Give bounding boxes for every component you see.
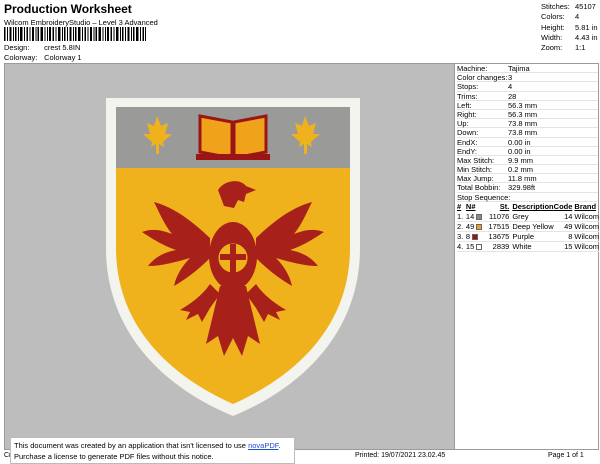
design-label: Design:	[4, 43, 30, 52]
top-stats: Stitches: 45107 Colors: 4 Height: 5.81 in W…	[541, 2, 599, 53]
param-row: EndX: 0.00 in	[457, 138, 598, 147]
stat-row: Height: 5.81 in	[541, 22, 598, 32]
table-row: 2. 49 17515 Deep Yellow 49 Wilcom	[457, 221, 599, 232]
stop-sequence: Stop Sequence: # N# St. Description Code…	[455, 193, 599, 252]
stat-row: Width: 4.43 in	[541, 32, 598, 42]
color-swatch	[476, 243, 483, 250]
stat-row: Stitches: 45107	[541, 2, 596, 11]
param-row: Max Stitch: 9.9 mm	[457, 156, 598, 166]
page-number: Page 1 of 1	[548, 452, 584, 459]
param-row: EndY: 0.00 in	[457, 147, 598, 156]
col-header: Brand	[574, 202, 597, 212]
notice-line-2: Purchase a license to generate PDF files…	[14, 452, 214, 461]
stop-sequence-title: Stop Sequence:	[457, 193, 598, 203]
design-preview	[4, 63, 455, 450]
design-row: Design: crest 5.8IN	[4, 43, 80, 52]
stat-row: Zoom: 1:1	[541, 43, 586, 53]
crest-embroidery-image	[106, 98, 360, 416]
param-row: Up: 73.8 mm	[457, 119, 598, 129]
notice-line-1: This document was created by an applicat…	[14, 441, 281, 450]
info-panel: Machine: Tajima Color changes: 3 Stops: 4 T…	[455, 63, 599, 450]
table-row: 1. 14 11076 Grey 14 Wilcom	[457, 211, 599, 222]
design-value: crest 5.8IN	[44, 43, 81, 52]
colorway-label: Colorway:	[4, 53, 38, 62]
param-row: Down: 73.8 mm	[457, 128, 598, 138]
machine-params: Machine: Tajima Color changes: 3 Stops: 4 T…	[455, 64, 598, 193]
color-swatch	[472, 233, 479, 240]
param-row: Max Jump: 11.8 mm	[457, 174, 598, 184]
table-header-row: # N# St. Description Code Brand	[457, 202, 599, 212]
license-notice: This document was created by an applicat…	[10, 437, 295, 464]
table-row: 3. 8 13675 Purple 8 Wilcom	[457, 231, 599, 242]
col-header: St.	[499, 202, 510, 212]
colorway-value: Colorway 1	[44, 53, 82, 62]
col-header: N#	[465, 202, 476, 212]
stat-row: Colors: 4	[541, 12, 580, 22]
table-row: 4. 15 2839 White 15 Wilcom	[457, 241, 599, 252]
param-row: Total Bobbin: 329.98ft	[457, 183, 598, 193]
param-row: Left: 56.3 mm	[457, 101, 598, 110]
barcode	[4, 27, 146, 41]
param-row: Min Stitch: 0.2 mm	[457, 165, 598, 175]
col-header: #	[457, 202, 462, 212]
worksheet-title: Production Worksheet	[4, 2, 132, 16]
param-row: Color changes: 3	[457, 73, 598, 83]
stop-sequence-table: # N# St. Description Code Brand 1. 14 11…	[457, 202, 599, 252]
colorway-row: Colorway: Colorway 1	[4, 53, 82, 62]
col-header: Description	[512, 202, 554, 212]
param-row: Trims: 28	[457, 92, 598, 101]
book-icon	[196, 114, 270, 160]
col-header: Code	[553, 202, 573, 212]
param-row: Machine: Tajima	[457, 64, 598, 74]
software-subtitle: Wilcom EmbroideryStudio – Level 3 Advanc…	[4, 18, 158, 27]
printed-timestamp: Printed: 19/07/2021 23.02.45	[355, 452, 446, 459]
param-row: Stops: 4	[457, 82, 598, 92]
param-row: Right: 56.3 mm	[457, 110, 598, 120]
novapdf-link[interactable]: novaPDF	[248, 441, 278, 450]
color-swatch	[476, 223, 483, 230]
color-swatch	[476, 213, 483, 220]
